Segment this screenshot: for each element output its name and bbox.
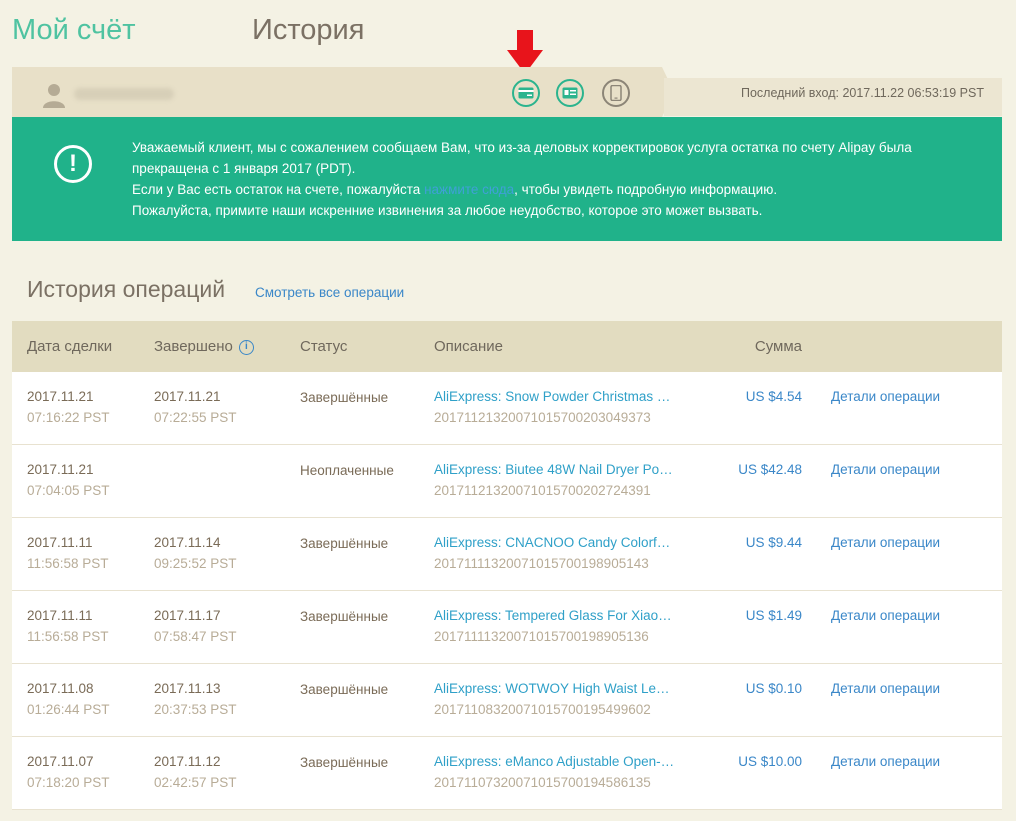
row-date: 2017.11.21: [27, 462, 94, 477]
row-completed-time: 07:22:55 PST: [154, 410, 237, 425]
row-date-time: 01:26:44 PST: [27, 702, 110, 717]
row-description-link[interactable]: AliExpress: Biutee 48W Nail Dryer Po…: [434, 462, 686, 477]
row-date-time: 11:56:58 PST: [27, 556, 109, 571]
row-completed-time: 09:25:52 PST: [154, 556, 237, 571]
row-date: 2017.11.11: [27, 608, 93, 623]
row-amount: US $0.10: [745, 681, 802, 696]
id-card-button[interactable]: [556, 79, 584, 107]
col-amount: Сумма: [754, 338, 802, 355]
row-transaction-id: 20171111320071015700198905136: [434, 629, 649, 644]
row-details-link[interactable]: Детали операции: [831, 754, 940, 769]
col-completed-label: Завершено: [154, 338, 233, 355]
row-status: Завершённые: [300, 390, 389, 405]
row-transaction-id: 20171107320071015700194586135: [434, 775, 651, 790]
table-row: 2017.11.21 07:16:22 PST 2017.11.21 07:22…: [12, 372, 1002, 445]
row-completed: 2017.11.14: [154, 535, 221, 550]
row-completed: 2017.11.13: [154, 681, 221, 696]
notice-line1: Уважаемый клиент, мы с сожалением сообща…: [132, 140, 912, 176]
row-date: 2017.11.08: [27, 681, 94, 696]
row-details-link[interactable]: Детали операции: [831, 389, 940, 404]
table-row: 2017.11.21 07:04:05 PST Неоплаченные Ali…: [12, 445, 1002, 518]
row-description-link[interactable]: AliExpress: WOTWOY High Waist Le…: [434, 681, 686, 696]
row-status: Завершённые: [300, 755, 389, 770]
phone-icon: [610, 85, 622, 101]
row-completed: 2017.11.21: [154, 389, 221, 404]
row-date: 2017.11.11: [27, 535, 93, 550]
row-completed-time: 20:37:53 PST: [154, 702, 237, 717]
row-completed: 2017.11.12: [154, 754, 221, 769]
table-row: 2017.11.11 11:56:58 PST 2017.11.17 07:58…: [12, 591, 1002, 664]
table-row: 2017.11.11 11:56:58 PST 2017.11.14 09:25…: [12, 518, 1002, 591]
username-blurred: [74, 88, 174, 100]
table-row: 2017.11.08 01:26:44 PST 2017.11.13 20:37…: [12, 664, 1002, 737]
notice-banner: ! Уважаемый клиент, мы с сожалением сооб…: [12, 117, 1002, 241]
phone-button[interactable]: [602, 79, 630, 107]
info-icon[interactable]: i: [238, 339, 254, 355]
notice-line2: Если у Вас есть остаток на счете, пожалу…: [132, 179, 982, 200]
profile-bar: [12, 67, 674, 117]
notice-line3: Пожалуйста, примите наши искренние извин…: [132, 203, 763, 218]
row-details-link[interactable]: Детали операции: [831, 608, 940, 623]
row-status: Завершённые: [300, 536, 389, 551]
notice-line2-prefix: Если у Вас есть остаток на счете, пожалу…: [132, 182, 425, 197]
row-transaction-id: 20171111320071015700198905143: [434, 556, 649, 571]
last-login-box: Последний вход: 2017.11.22 06:53:19 PST: [664, 78, 1002, 116]
row-description-link[interactable]: AliExpress: Tempered Glass For Xiao…: [434, 608, 686, 623]
card-button[interactable]: [512, 79, 540, 107]
col-completed: Завершено i: [154, 338, 254, 355]
row-transaction-id: 20171121320071015700202724391: [434, 483, 651, 498]
notice-click-here-link[interactable]: нажмите сюда: [424, 182, 514, 197]
last-login-text: Последний вход: 2017.11.22 06:53:19 PST: [740, 86, 984, 100]
row-details-link[interactable]: Детали операции: [831, 681, 940, 696]
row-transaction-id: 20171108320071015700195499602: [434, 702, 651, 717]
row-status: Завершённые: [300, 609, 389, 624]
operations-title: История операций: [27, 276, 226, 302]
view-all-operations-link[interactable]: Смотреть все операции: [255, 285, 404, 300]
row-completed: 2017.11.17: [154, 608, 221, 623]
row-date-time: 07:18:20 PST: [27, 775, 110, 790]
row-completed-time: 02:42:57 PST: [154, 775, 237, 790]
table-header: Дата сделки Завершено i Статус Описание С…: [12, 321, 1002, 372]
operations-table: Дата сделки Завершено i Статус Описание С…: [12, 321, 1002, 810]
row-date-time: 07:16:22 PST: [27, 410, 110, 425]
row-description-link[interactable]: AliExpress: eManco Adjustable Open-…: [434, 754, 686, 769]
tab-history[interactable]: История: [252, 14, 364, 47]
row-description-link[interactable]: AliExpress: CNACNOO Candy Colorf…: [434, 535, 686, 550]
row-amount: US $4.54: [745, 389, 802, 404]
row-completed-time: 07:58:47 PST: [154, 629, 237, 644]
card-icon: [518, 87, 534, 99]
row-amount: US $1.49: [745, 608, 802, 623]
row-amount: US $10.00: [738, 754, 802, 769]
user-avatar-icon: [43, 84, 65, 108]
row-date-time: 07:04:05 PST: [27, 483, 110, 498]
row-date-time: 11:56:58 PST: [27, 629, 109, 644]
col-status: Статус: [300, 338, 348, 355]
row-amount: US $42.48: [738, 462, 802, 477]
row-transaction-id: 20171121320071015700203049373: [434, 410, 651, 425]
table-row: 2017.11.07 07:18:20 PST 2017.11.12 02:42…: [12, 737, 1002, 810]
row-details-link[interactable]: Детали операции: [831, 535, 940, 550]
notice-line2-suffix: , чтобы увидеть подробную информацию.: [514, 182, 778, 197]
row-amount: US $9.44: [745, 535, 802, 550]
id-card-icon: [562, 87, 578, 99]
col-description: Описание: [434, 338, 504, 355]
row-details-link[interactable]: Детали операции: [831, 462, 940, 477]
row-description-link[interactable]: AliExpress: Snow Powder Christmas …: [434, 389, 686, 404]
exclamation-icon: !: [54, 145, 92, 183]
notice-text: Уважаемый клиент, мы с сожалением сообща…: [132, 137, 982, 221]
row-status: Завершённые: [300, 682, 389, 697]
row-date: 2017.11.07: [27, 754, 94, 769]
col-date: Дата сделки: [27, 338, 113, 355]
tab-account[interactable]: Мой счёт: [12, 14, 136, 47]
row-date: 2017.11.21: [27, 389, 94, 404]
row-status: Неоплаченные: [300, 463, 394, 478]
